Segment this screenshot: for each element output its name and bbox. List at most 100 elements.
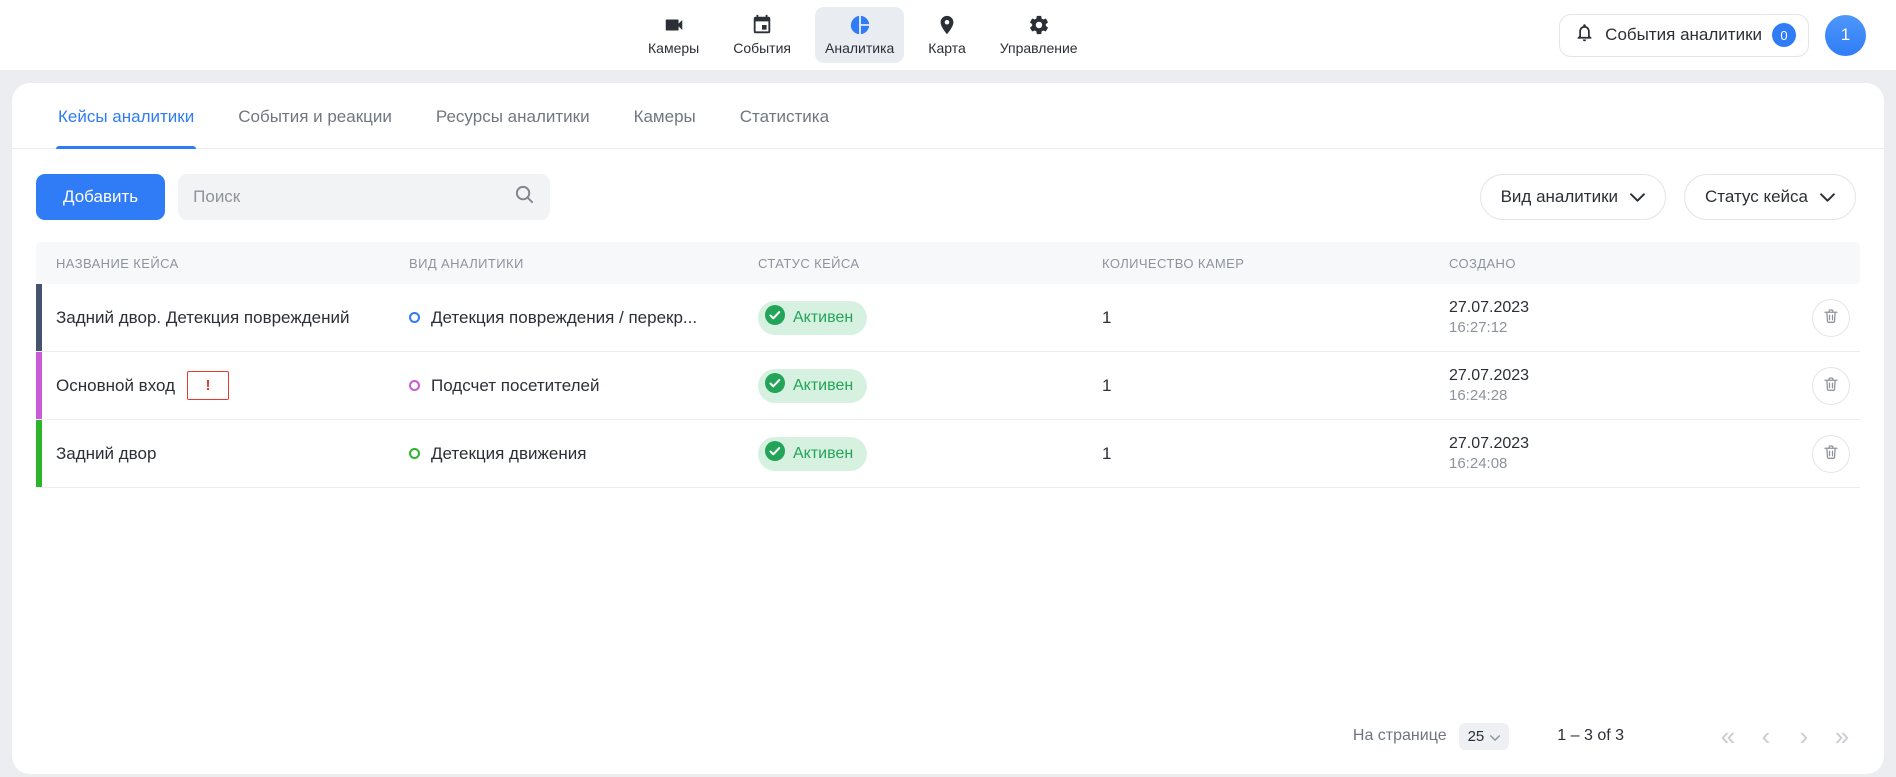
tab-events-reactions[interactable]: События и реакции — [236, 83, 394, 148]
check-circle-icon — [765, 373, 785, 398]
tab-cameras[interactable]: Камеры — [632, 83, 698, 148]
camera-count: 1 — [1102, 444, 1111, 464]
next-page-button[interactable]: › — [1790, 722, 1818, 750]
filter-analytics-type-label: Вид аналитики — [1501, 187, 1618, 207]
header-camera-count: КОЛИЧЕСТВО КАМЕР — [1088, 256, 1435, 271]
case-name: Основной вход — [56, 376, 175, 396]
map-pin-icon — [936, 14, 958, 36]
header-created: СОЗДАНО — [1435, 256, 1798, 271]
filter-analytics-type[interactable]: Вид аналитики — [1480, 174, 1666, 220]
case-status-cell: Активен — [744, 301, 1088, 335]
analytics-events-button[interactable]: События аналитики 0 — [1559, 14, 1809, 57]
case-name: Задний двор. Детекция повреждений — [56, 308, 349, 328]
gear-icon — [1028, 14, 1050, 36]
trash-icon — [1822, 443, 1840, 464]
nav-item-cameras[interactable]: Камеры — [638, 7, 709, 63]
nav-item-map[interactable]: Карта — [918, 7, 975, 63]
pager-controls: « ‹ › » — [1714, 722, 1856, 750]
add-button[interactable]: Добавить — [36, 174, 165, 220]
tab-statistics[interactable]: Статистика — [738, 83, 831, 148]
delete-case-button[interactable] — [1812, 299, 1850, 337]
row-actions-cell — [1798, 367, 1860, 405]
main-nav: Камеры События Аналитика Карта Управлени… — [638, 0, 1088, 70]
table-header-row: НАЗВАНИЕ КЕЙСА ВИД АНАЛИТИКИ СТАТУС КЕЙС… — [36, 242, 1860, 284]
trash-icon — [1822, 307, 1840, 328]
check-circle-icon — [765, 305, 785, 330]
case-status-cell: Активен — [744, 437, 1088, 471]
header-analytics-type: ВИД АНАЛИТИКИ — [395, 256, 744, 271]
tab-analytics-cases[interactable]: Кейсы аналитики — [56, 83, 196, 148]
camera-count-cell: 1 — [1088, 308, 1435, 328]
row-actions-cell — [1798, 299, 1860, 337]
created-cell: 27.07.2023 16:27:12 — [1435, 299, 1798, 336]
nav-item-analytics[interactable]: Аналитика — [815, 7, 904, 63]
chevron-down-icon — [1490, 728, 1500, 745]
filter-case-status[interactable]: Статус кейса — [1684, 174, 1856, 220]
status-badge: Активен — [758, 369, 867, 403]
bell-icon — [1574, 22, 1595, 48]
nav-item-management[interactable]: Управление — [990, 7, 1088, 63]
delete-case-button[interactable] — [1812, 435, 1850, 473]
created-cell: 27.07.2023 16:24:08 — [1435, 435, 1798, 472]
events-icon — [751, 14, 773, 36]
created-date: 27.07.2023 — [1449, 435, 1529, 453]
camera-icon — [663, 14, 685, 36]
case-name: Задний двор — [56, 444, 156, 464]
filter-case-status-label: Статус кейса — [1705, 187, 1808, 207]
content-card: Кейсы аналитики События и реакции Ресурс… — [12, 83, 1884, 774]
status-label: Активен — [793, 309, 853, 327]
analytics-type-cell: Подсчет посетителей — [395, 376, 744, 396]
created-time: 16:27:12 — [1449, 319, 1507, 336]
status-label: Активен — [793, 377, 853, 395]
topbar-right: События аналитики 0 1 — [1559, 14, 1896, 57]
case-status-cell: Активен — [744, 369, 1088, 403]
case-name-cell: Основной вход ! — [42, 371, 395, 400]
nav-item-events[interactable]: События — [723, 7, 801, 63]
created-cell: 27.07.2023 16:24:28 — [1435, 367, 1798, 404]
created-time: 16:24:28 — [1449, 387, 1507, 404]
per-page-value: 25 — [1468, 728, 1485, 745]
table-row[interactable]: Задний двор Детекция движения Активен 1 … — [36, 420, 1860, 488]
pagination-range: 1 – 3 of 3 — [1557, 727, 1624, 745]
nav-item-label: Аналитика — [825, 40, 894, 56]
status-badge: Активен — [758, 301, 867, 335]
table-row[interactable]: Задний двор. Детекция повреждений Детекц… — [36, 284, 1860, 352]
chevron-down-icon — [1630, 187, 1645, 207]
table-row[interactable]: Основной вход ! Подсчет посетителей Акти… — [36, 352, 1860, 420]
search-icon — [514, 184, 535, 210]
analytics-events-label: События аналитики — [1605, 25, 1762, 45]
created-time: 16:24:08 — [1449, 455, 1507, 472]
pagination: На странице 25 1 – 3 of 3 « ‹ › » — [12, 722, 1884, 774]
tab-analytics-resources[interactable]: Ресурсы аналитики — [434, 83, 592, 148]
prev-page-button[interactable]: ‹ — [1752, 722, 1780, 750]
analytics-type-dot-icon — [409, 312, 420, 323]
analytics-type-dot-icon — [409, 448, 420, 459]
analytics-type-cell: Детекция повреждения / перекр... — [395, 308, 744, 328]
check-circle-icon — [765, 441, 785, 466]
cases-table: НАЗВАНИЕ КЕЙСА ВИД АНАЛИТИКИ СТАТУС КЕЙС… — [12, 242, 1884, 488]
status-label: Активен — [793, 445, 853, 463]
per-page-select[interactable]: 25 — [1459, 723, 1510, 750]
analytics-pie-icon — [849, 14, 871, 36]
search-input[interactable] — [193, 187, 504, 207]
per-page-label: На странице — [1353, 727, 1447, 745]
first-page-button[interactable]: « — [1714, 722, 1742, 750]
case-name-cell: Задний двор — [42, 444, 395, 464]
header-case-status: СТАТУС КЕЙСА — [744, 256, 1088, 271]
header-case-name: НАЗВАНИЕ КЕЙСА — [42, 256, 395, 271]
case-name-cell: Задний двор. Детекция повреждений — [42, 308, 395, 328]
delete-case-button[interactable] — [1812, 367, 1850, 405]
nav-item-label: Управление — [1000, 40, 1078, 56]
analytics-type-cell: Детекция движения — [395, 444, 744, 464]
status-badge: Активен — [758, 437, 867, 471]
created-date: 27.07.2023 — [1449, 367, 1529, 385]
analytics-type-label: Подсчет посетителей — [431, 376, 599, 396]
last-page-button[interactable]: » — [1828, 722, 1856, 750]
chevron-down-icon — [1820, 187, 1835, 207]
camera-count: 1 — [1102, 376, 1111, 396]
avatar[interactable]: 1 — [1825, 15, 1866, 56]
camera-count: 1 — [1102, 308, 1111, 328]
trash-icon — [1822, 375, 1840, 396]
camera-count-cell: 1 — [1088, 376, 1435, 396]
avatar-label: 1 — [1841, 25, 1850, 45]
